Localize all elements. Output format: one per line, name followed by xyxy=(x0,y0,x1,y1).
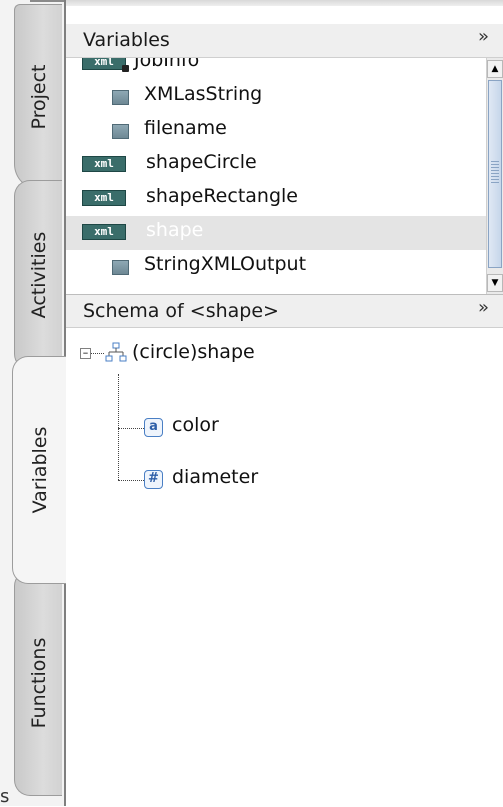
collapse-toggle-icon[interactable]: – xyxy=(80,347,91,359)
tab-variables-label: Variables xyxy=(28,426,51,514)
tab-project-label: Project xyxy=(27,64,50,130)
variables-view: Variables » xml JobInfo XMLasString file… xyxy=(64,0,503,806)
xml-icon: xml xyxy=(82,190,126,206)
variables-panel-header[interactable]: Variables » xyxy=(66,24,503,58)
variable-label: JobInfo xyxy=(134,58,200,71)
field-icon xyxy=(112,90,129,105)
structure-icon xyxy=(105,342,127,362)
tree-root-label: (circle)shape xyxy=(132,341,255,363)
numeric-element-icon: # xyxy=(144,470,163,489)
variable-label: StringXMLOutput xyxy=(144,253,307,275)
double-chevron-down-icon[interactable]: » xyxy=(478,26,489,47)
xml-locked-icon: xml xyxy=(82,58,129,72)
variables-list[interactable]: xml JobInfo XMLasString filename xml sha… xyxy=(66,58,486,294)
variable-row-shapecircle[interactable]: xml shapeCircle xyxy=(66,148,486,182)
variables-panel-title: Variables xyxy=(83,29,170,51)
panel-top-border xyxy=(66,0,503,6)
side-tab-strip: Project Activities Functions Variables s xyxy=(0,0,66,807)
variable-label: shapeCircle xyxy=(146,151,257,173)
tree-node-color[interactable]: color xyxy=(172,414,219,436)
tab-functions-label: Functions xyxy=(27,637,50,729)
field-icon xyxy=(112,260,129,275)
variable-label: shapeRectangle xyxy=(146,185,298,207)
variable-label: filename xyxy=(144,117,227,139)
tree-connector xyxy=(118,428,144,430)
tab-strip-top-border xyxy=(30,0,64,2)
scroll-down-icon[interactable]: ▼ xyxy=(487,274,503,292)
tab-functions[interactable]: Functions xyxy=(14,570,62,796)
variable-row-shaperectangle[interactable]: xml shapeRectangle xyxy=(66,182,486,216)
variable-label: shape xyxy=(146,219,204,241)
schema-panel-header[interactable]: Schema of <shape> » xyxy=(66,294,503,328)
variables-scrollbar[interactable]: ▲ ▼ xyxy=(486,58,503,294)
tab-project[interactable]: Project xyxy=(14,4,62,190)
tab-activities-label: Activities xyxy=(27,231,50,319)
variable-row-stringxmloutput[interactable]: StringXMLOutput xyxy=(66,250,486,284)
attribute-icon: a xyxy=(144,418,163,437)
double-chevron-down-icon[interactable]: » xyxy=(478,297,489,318)
tab-activities[interactable]: Activities xyxy=(14,180,62,370)
cropped-text: s xyxy=(0,786,10,807)
schema-tree: – (circle)shape a color # diameter xyxy=(66,328,503,806)
variable-row-shape[interactable]: xml shape xyxy=(66,216,486,250)
tab-variables[interactable]: Variables xyxy=(12,356,66,584)
tree-node-diameter[interactable]: diameter xyxy=(172,466,258,488)
tree-connector xyxy=(118,480,144,482)
grip-icon xyxy=(491,161,499,185)
xml-icon: xml xyxy=(82,156,126,172)
variable-row-jobinfo[interactable]: xml JobInfo xyxy=(66,58,486,80)
scroll-up-icon[interactable]: ▲ xyxy=(487,60,503,78)
variable-label: XMLasString xyxy=(144,83,263,105)
schema-panel-title: Schema of <shape> xyxy=(83,300,279,322)
variable-row-filename[interactable]: filename xyxy=(66,114,486,148)
tree-connector xyxy=(91,353,104,354)
xml-icon: xml xyxy=(82,224,126,240)
scroll-thumb[interactable] xyxy=(488,80,502,268)
field-icon xyxy=(112,124,129,139)
variable-row-xmlasstring[interactable]: XMLasString xyxy=(66,80,486,114)
tree-connector xyxy=(118,374,120,480)
